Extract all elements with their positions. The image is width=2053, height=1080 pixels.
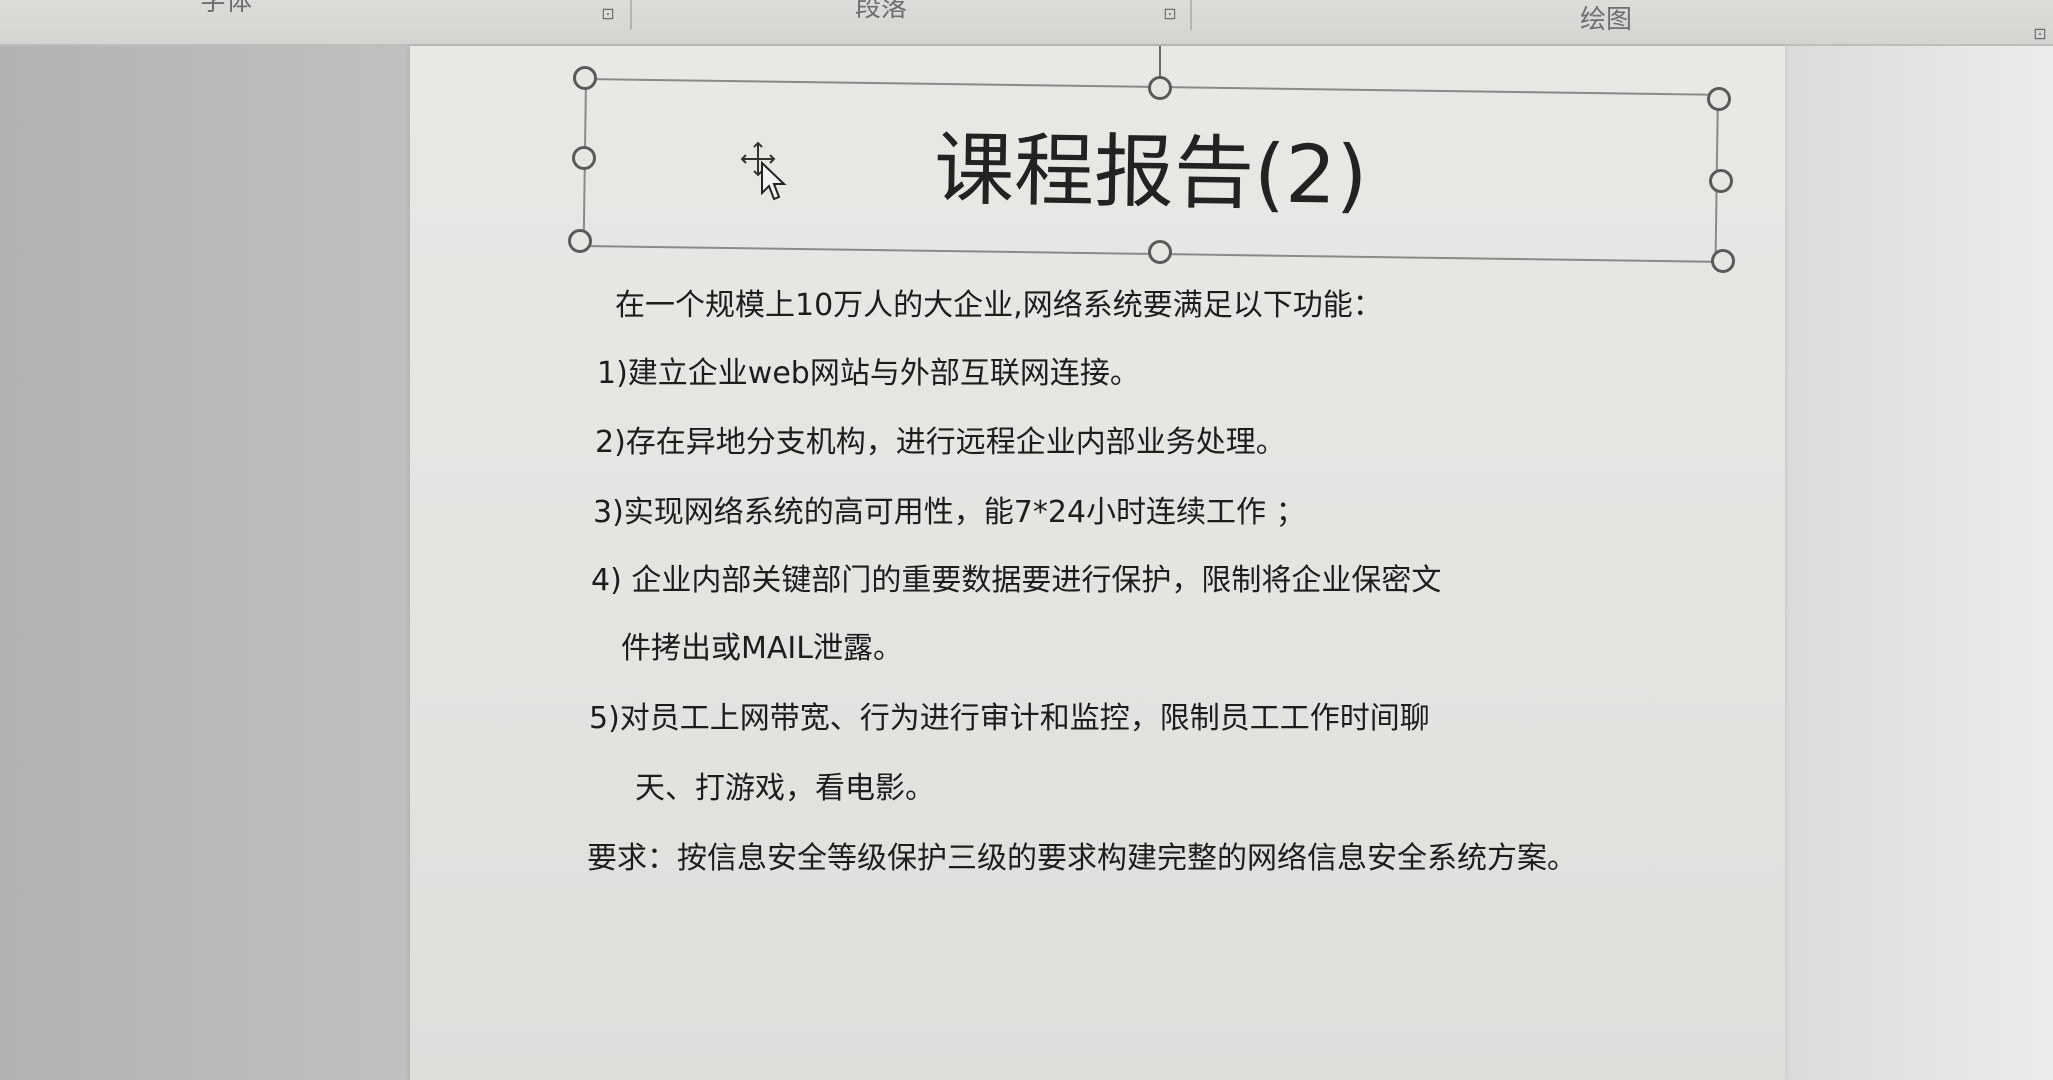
ribbon-separator [630,0,632,30]
ribbon-group-paragraph-label: 段落 [855,0,908,23]
body-item-2: 2)存在异地分支机构，进行远程企业内部业务处理。 [595,425,1286,460]
paragraph-dialog-launcher-icon[interactable]: ⊡ [1160,4,1180,24]
ribbon-group-font-label: 字体 [200,0,253,17]
resize-handle-middle-left[interactable] [572,146,596,170]
body-intro-line: 在一个规模上10万人的大企业,网络系统要满足以下功能： [615,288,1383,323]
resize-handle-middle-right[interactable] [1709,169,1733,193]
body-item-1: 1)建立企业web网站与外部互联网连接。 [597,356,1140,391]
slide-canvas[interactable]: 课程报告(2) 在一个规模上10万人的大企业,网络系统要满足以下功能： 1)建立… [410,46,1785,1080]
body-requirement-line: 要求：按信息安全等级保护三级的要求构建完整的网络信息安全系统方案。 [587,841,1577,876]
body-item-4-line-2: 件拷出或MAIL泄露。 [621,631,903,666]
resize-handle-bottom-center[interactable] [1148,240,1172,264]
ribbon-group-drawing-label: 绘图 [1580,5,1633,35]
ribbon-separator [1190,0,1192,30]
resize-handle-top-right[interactable] [1707,87,1731,111]
body-item-5-line-1: 5)对员工上网带宽、行为进行审计和监控，限制员工工作时间聊 [589,701,1430,736]
resize-handle-bottom-left[interactable] [568,229,592,253]
body-item-3: 3)实现网络系统的高可用性，能7*24小时连续工作 ； [593,495,1306,530]
move-cursor-icon [740,141,794,213]
resize-handle-top-left[interactable] [573,66,597,90]
resize-handle-bottom-right[interactable] [1711,249,1735,273]
ribbon: 字体 ⊡ 段落 ⊡ 绘图 ⊡ [0,0,2053,46]
body-item-5-line-2: 天、打游戏，看电影。 [635,771,935,806]
resize-handle-top-center[interactable] [1148,76,1172,100]
body-item-4-line-1: 4) 企业内部关键部门的重要数据要进行保护，限制将企业保密文 [591,563,1442,598]
font-dialog-launcher-icon[interactable]: ⊡ [598,4,618,24]
drawing-dialog-launcher-icon[interactable]: ⊡ [2030,24,2050,44]
